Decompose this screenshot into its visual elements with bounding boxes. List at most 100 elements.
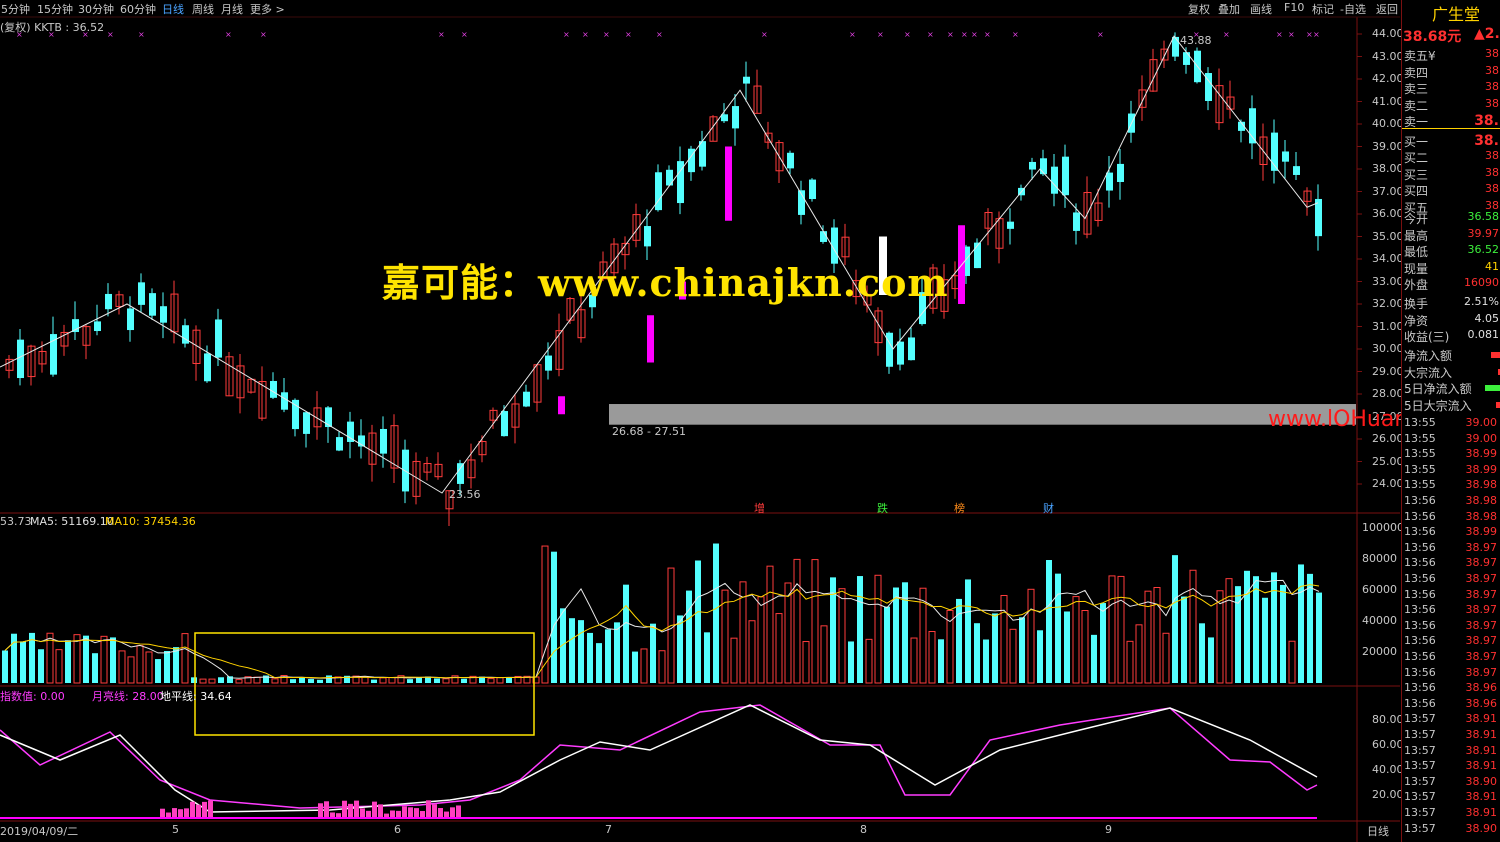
watermark-main: 嘉可能：www.chinajkn.com	[382, 260, 949, 305]
candle-down	[380, 428, 387, 454]
candle-down	[1172, 36, 1179, 57]
tick-price: 38.90	[1465, 774, 1498, 788]
month-8: 8	[860, 823, 867, 836]
volume-bar-up	[1162, 632, 1170, 684]
period-label[interactable]: 日线	[1367, 823, 1389, 839]
volume-bar-up	[1189, 569, 1197, 684]
volume-bar-down	[623, 584, 629, 683]
event-increase[interactable]: 增	[754, 500, 765, 516]
volume-tick: 20000	[1362, 645, 1397, 658]
volume-bar-down	[614, 622, 620, 683]
volume-bar-down	[1100, 603, 1106, 683]
volume-bar-down	[1298, 564, 1304, 683]
horizon-line	[0, 704, 1318, 813]
volume-bar-up	[1144, 590, 1152, 684]
volume-bar-up	[136, 645, 144, 684]
kline-chart[interactable]: × × × × × × × × × × × × × × × × × × × × × × × × × × × × × × ×	[0, 0, 1400, 842]
volume-bar-up	[1225, 578, 1233, 684]
price-tick: 44.00	[1372, 27, 1404, 40]
candle-down	[1029, 161, 1036, 170]
volume-bar-down	[578, 620, 584, 683]
orderbook-label: 买三	[1404, 167, 1429, 182]
tick-time: 13:56	[1404, 540, 1436, 554]
stat-value: 36.58	[1467, 210, 1500, 223]
signal-marker: ×	[656, 30, 663, 39]
indicator-bar	[196, 804, 201, 818]
tick-time: 13:56	[1404, 634, 1436, 648]
tick-time: 13:56	[1404, 556, 1436, 570]
indicator-bar	[208, 800, 213, 818]
highlight-candle	[647, 315, 654, 363]
volume-bar-up	[757, 596, 765, 684]
volume-bar-up	[874, 574, 882, 684]
tick-price: 38.91	[1465, 712, 1498, 726]
volume-bar-up	[442, 678, 450, 684]
stat-value: 2.51%	[1464, 295, 1499, 308]
indicator-bar	[160, 808, 165, 818]
indicator-bar	[420, 811, 425, 818]
volume-bar-down	[83, 635, 89, 683]
month-6: 6	[394, 823, 401, 836]
stock-name[interactable]: 广生堂	[1432, 1, 1480, 25]
orderbook-value: 38	[1485, 80, 1499, 93]
volume-bar-up	[1027, 588, 1035, 684]
date-start: 2019/04/09/二	[0, 825, 79, 838]
event-finance[interactable]: 财	[1043, 500, 1054, 516]
stat-label: 最高	[1404, 228, 1429, 243]
tick-time: 13:57	[1404, 821, 1436, 835]
flow-bar	[1491, 352, 1500, 358]
volume-bar-down	[1262, 597, 1268, 683]
event-rank[interactable]: 榜	[954, 500, 965, 516]
price-tick: 39.00	[1372, 139, 1404, 153]
orderbook-value: 38	[1485, 47, 1499, 60]
candle-down	[897, 341, 904, 365]
volume-bar-down	[110, 637, 116, 683]
candle-down	[292, 399, 299, 430]
candle-down	[1117, 163, 1124, 182]
tick-price: 38.91	[1465, 743, 1498, 757]
tick-price: 38.97	[1465, 650, 1498, 663]
event-drop[interactable]: 跌	[877, 500, 888, 516]
volume-bar-down	[965, 579, 971, 683]
volume-bar-down	[695, 560, 701, 683]
indicator-bar	[378, 804, 383, 818]
tick-price: 38.98	[1465, 494, 1498, 507]
volume-bar-down	[632, 651, 638, 683]
volume-tick: 60000	[1362, 583, 1397, 596]
orderbook-value: 38	[1485, 165, 1499, 179]
candle-down	[204, 353, 211, 382]
flow-bar	[1485, 385, 1500, 391]
volume-bar-down	[218, 677, 224, 683]
stat-label: 收益(三)	[1404, 330, 1450, 345]
signal-marker: ×	[961, 30, 968, 39]
orderbook-value: 38	[1485, 182, 1499, 195]
candle-down	[743, 76, 750, 84]
orderbook-label: 买一	[1404, 134, 1429, 149]
orderbook-label: 卖四	[1404, 65, 1429, 80]
indicator-bar	[456, 805, 461, 818]
indicator-bar	[426, 800, 431, 818]
candle-down	[138, 282, 145, 305]
volume-bar-down	[1244, 570, 1250, 683]
orderbook-value: 38.	[1474, 132, 1499, 149]
signal-marker: ×	[904, 30, 911, 39]
candle-down	[1183, 52, 1190, 65]
tick-time: 13:57	[1404, 728, 1436, 741]
quote-panel: 广生堂 38.68元 ▲2. 卖五¥ 38 卖四 38 卖三 38 卖二 38 卖一 38. 买一 3…	[1401, 0, 1500, 842]
volume-ma5: MA5: 51169.10	[30, 515, 114, 528]
volume-bar-up	[1000, 594, 1008, 684]
stat-label: 现量	[1404, 261, 1429, 276]
indicator-bar	[414, 808, 419, 818]
signal-marker: ×	[625, 30, 632, 39]
volume-bar-down	[164, 651, 170, 683]
low-annotation: 23.56	[449, 488, 481, 501]
stat-value: 4.05	[1474, 311, 1500, 325]
signal-marker: ×	[563, 30, 570, 39]
candle-down	[336, 437, 343, 451]
candle-down	[908, 337, 915, 361]
volume-bar-up	[928, 631, 936, 684]
signal-marker: ×	[1313, 30, 1320, 39]
volume-bar-down	[1019, 617, 1025, 683]
stat-value: 39.97	[1467, 226, 1500, 240]
volume-bar-down	[1055, 573, 1061, 683]
